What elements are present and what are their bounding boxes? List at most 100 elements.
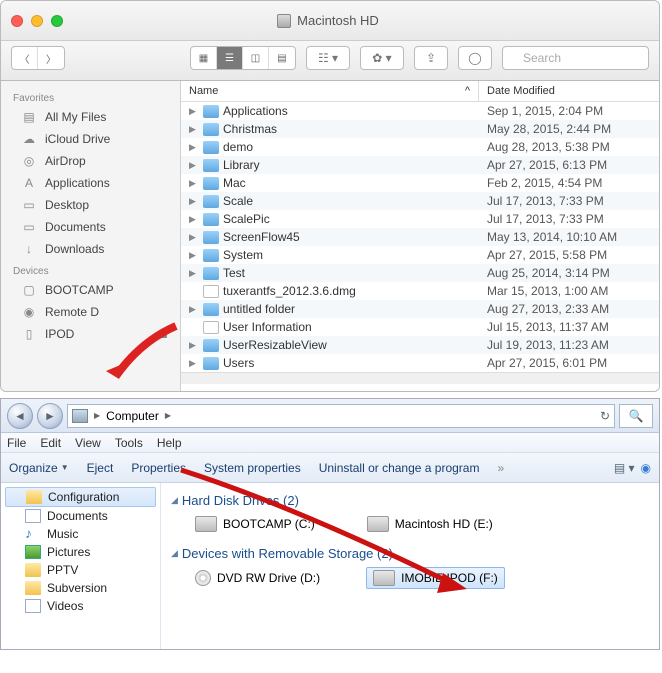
close-button[interactable] <box>11 15 23 27</box>
search-box[interactable]: 🔍 <box>619 404 653 428</box>
disclosure-icon[interactable]: ▶ <box>189 268 199 279</box>
minimize-button[interactable] <box>31 15 43 27</box>
tree-item-configuration[interactable]: Configuration <box>5 487 156 507</box>
menu-edit[interactable]: Edit <box>40 436 61 450</box>
sidebar-item-documents[interactable]: ▭Documents <box>1 216 180 238</box>
file-date: Apr 27, 2015, 6:01 PM <box>479 354 659 372</box>
menu-help[interactable]: Help <box>157 436 182 450</box>
column-view-button[interactable]: ◫ <box>243 47 269 69</box>
folder-icon <box>203 159 219 172</box>
tree-item-pictures[interactable]: Pictures <box>1 543 160 561</box>
disclosure-icon[interactable]: ▶ <box>189 124 199 135</box>
share-button[interactable]: ⇪ <box>414 46 448 70</box>
disclosure-icon[interactable]: ▶ <box>189 340 199 351</box>
file-row[interactable]: ▶UserResizableViewJul 19, 2013, 11:23 AM <box>181 336 659 354</box>
disclosure-icon[interactable]: ▶ <box>189 160 199 171</box>
tree-item-pptv[interactable]: PPTV <box>1 561 160 579</box>
file-row[interactable]: ▶ScaleJul 17, 2013, 7:33 PM <box>181 192 659 210</box>
address-bar[interactable]: ▶ Computer ▶ ↻ <box>67 404 615 428</box>
file-date: Sep 1, 2015, 2:04 PM <box>479 102 659 120</box>
eject-button[interactable]: Eject <box>87 461 114 475</box>
file-date: May 28, 2015, 2:44 PM <box>479 120 659 138</box>
menu-tools[interactable]: Tools <box>115 436 143 450</box>
sidebar: Favorites ▤All My Files☁iCloud Drive◎Air… <box>1 81 181 391</box>
file-date: Apr 27, 2015, 5:58 PM <box>479 246 659 264</box>
disclosure-icon[interactable]: ▶ <box>189 142 199 153</box>
nav-buttons: 〈 〉 <box>11 46 65 70</box>
toolbar: 〈 〉 ▦ ☰ ◫ ▤ ☷ ▾ ✿ ▾ ⇪ ◯ Search <box>1 41 659 81</box>
file-row[interactable]: ▶ChristmasMay 28, 2015, 2:44 PM <box>181 120 659 138</box>
apps-icon: A <box>21 175 37 191</box>
disclosure-icon[interactable]: ▶ <box>189 232 199 243</box>
file-row[interactable]: ▶MacFeb 2, 2015, 4:54 PM <box>181 174 659 192</box>
forward-button[interactable]: ► <box>37 403 63 429</box>
disclosure-icon[interactable]: ▶ <box>189 250 199 261</box>
gallery-view-button[interactable]: ▤ <box>269 47 295 69</box>
refresh-icon[interactable]: ↻ <box>600 409 610 423</box>
help-icon[interactable]: ◉ <box>641 461 651 475</box>
tree-item-subversion[interactable]: Subversion <box>1 579 160 597</box>
nav-bar: ◄ ► ▶ Computer ▶ ↻ 🔍 <box>1 399 659 433</box>
organize-menu[interactable]: Organize ▼ <box>9 461 69 475</box>
disclosure-icon[interactable]: ▶ <box>189 106 199 117</box>
file-row[interactable]: ▶untitled folderAug 27, 2013, 2:33 AM <box>181 300 659 318</box>
menu-bar: File Edit View Tools Help <box>1 433 659 453</box>
column-headers[interactable]: Name^ Date Modified <box>181 81 659 102</box>
disclosure-icon[interactable]: ▶ <box>189 358 199 369</box>
sidebar-item-all-my-files[interactable]: ▤All My Files <box>1 106 180 128</box>
file-date: Aug 27, 2013, 2:33 AM <box>479 300 659 318</box>
forward-button[interactable]: 〉 <box>38 47 64 69</box>
sidebar-item-downloads[interactable]: ↓Downloads <box>1 238 180 260</box>
file-row[interactable]: User InformationJul 15, 2013, 11:37 AM <box>181 318 659 336</box>
breadcrumb[interactable]: Computer <box>102 409 163 423</box>
file-row[interactable]: ▶demoAug 28, 2013, 5:38 PM <box>181 138 659 156</box>
folder-icon <box>203 195 219 208</box>
file-row[interactable]: ▶TestAug 25, 2014, 3:14 PM <box>181 264 659 282</box>
disclosure-icon[interactable]: ▶ <box>189 214 199 225</box>
airdrop-icon: ◎ <box>21 153 37 169</box>
file-row[interactable]: tuxerantfs_2012.3.6.dmgMar 15, 2013, 1:0… <box>181 282 659 300</box>
file-date: Aug 25, 2014, 3:14 PM <box>479 264 659 282</box>
file-date: Aug 28, 2013, 5:38 PM <box>479 138 659 156</box>
sidebar-item-bootcamp[interactable]: ▢BOOTCAMP <box>1 279 180 301</box>
action-button[interactable]: ✿ ▾ <box>360 46 404 70</box>
file-row[interactable]: ▶LibraryApr 27, 2015, 6:13 PM <box>181 156 659 174</box>
menu-file[interactable]: File <box>7 436 26 450</box>
sidebar-item-airdrop[interactable]: ◎AirDrop <box>1 150 180 172</box>
disclosure-icon[interactable]: ▶ <box>189 178 199 189</box>
tree-item-music[interactable]: ♪Music <box>1 525 160 543</box>
sidebar-item-label: All My Files <box>45 110 106 124</box>
chevron-right-icon: ▶ <box>163 411 173 420</box>
back-button[interactable]: 〈 <box>12 47 38 69</box>
menu-view[interactable]: View <box>75 436 101 450</box>
tags-button[interactable]: ◯ <box>458 46 492 70</box>
tree-item-documents[interactable]: Documents <box>1 507 160 525</box>
desktop-icon: ▭ <box>21 197 37 213</box>
disclosure-icon[interactable]: ▶ <box>189 196 199 207</box>
icon-view-button[interactable]: ▦ <box>191 47 217 69</box>
sidebar-item-label: Downloads <box>45 242 104 256</box>
sidebar-item-desktop[interactable]: ▭Desktop <box>1 194 180 216</box>
horizontal-scrollbar[interactable] <box>181 372 659 384</box>
sidebar-item-applications[interactable]: AApplications <box>1 172 180 194</box>
file-row[interactable]: ▶ScalePicJul 17, 2013, 7:33 PM <box>181 210 659 228</box>
view-options-icon[interactable]: ▤ ▾ <box>614 461 635 475</box>
tree-item-label: Videos <box>47 599 83 613</box>
file-row[interactable]: ▶SystemApr 27, 2015, 5:58 PM <box>181 246 659 264</box>
file-name: Scale <box>223 194 253 208</box>
zoom-button[interactable] <box>51 15 63 27</box>
txt-icon <box>203 321 219 334</box>
disclosure-icon[interactable]: ▶ <box>189 304 199 315</box>
back-button[interactable]: ◄ <box>7 403 33 429</box>
sidebar-item-icloud-drive[interactable]: ☁iCloud Drive <box>1 128 180 150</box>
search-field[interactable]: Search <box>502 46 649 70</box>
file-name: Applications <box>223 104 288 118</box>
list-view-button[interactable]: ☰ <box>217 47 243 69</box>
sidebar-item-remote-d[interactable]: ◉Remote D <box>1 301 180 323</box>
file-date: Jul 17, 2013, 7:33 PM <box>479 210 659 228</box>
arrange-button[interactable]: ☷ ▾ <box>306 46 350 70</box>
file-row[interactable]: ▶ScreenFlow45May 13, 2014, 10:10 AM <box>181 228 659 246</box>
file-row[interactable]: ▶UsersApr 27, 2015, 6:01 PM <box>181 354 659 372</box>
file-row[interactable]: ▶ Applications Sep 1, 2015, 2:04 PM <box>181 102 659 120</box>
tree-item-videos[interactable]: Videos <box>1 597 160 615</box>
